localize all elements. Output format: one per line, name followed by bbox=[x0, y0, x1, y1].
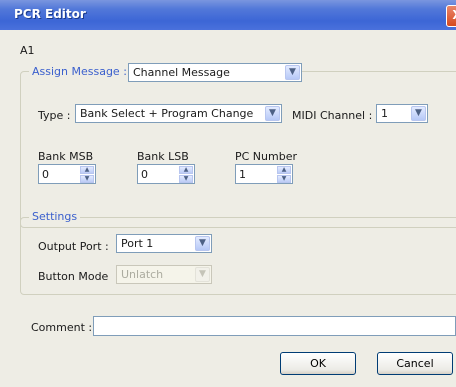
pc-number-value: 1 bbox=[239, 168, 246, 181]
type-dropdown[interactable]: Bank Select + Program Change ▼ bbox=[75, 104, 282, 123]
down-arrow-icon[interactable]: ▼ bbox=[277, 175, 291, 183]
up-arrow-icon[interactable]: ▲ bbox=[80, 166, 94, 174]
button-mode-value: Unlatch bbox=[121, 268, 164, 281]
output-port-label: Output Port : bbox=[38, 240, 109, 253]
output-port-dropdown[interactable]: Port 1 ▼ bbox=[116, 234, 212, 253]
message-type-value: Channel Message bbox=[133, 66, 230, 79]
title-bar[interactable]: PCR Editor X bbox=[0, 0, 456, 30]
pc-number-stepper[interactable]: 1 ▲ ▼ bbox=[235, 164, 293, 184]
comment-label: Comment : bbox=[31, 321, 93, 334]
midi-channel-dropdown[interactable]: 1 ▼ bbox=[376, 104, 428, 123]
type-value: Bank Select + Program Change bbox=[80, 107, 254, 120]
control-name: A1 bbox=[20, 44, 35, 57]
settings-group bbox=[20, 217, 456, 295]
bank-lsb-value: 0 bbox=[141, 168, 148, 181]
type-label: Type : bbox=[38, 109, 71, 122]
cancel-button[interactable]: Cancel bbox=[377, 352, 453, 375]
chevron-down-icon[interactable]: ▼ bbox=[285, 65, 300, 80]
bank-msb-value: 0 bbox=[42, 168, 49, 181]
pc-number-label: PC Number bbox=[235, 150, 297, 163]
close-icon[interactable]: X bbox=[446, 5, 456, 27]
button-mode-label: Button Mode bbox=[38, 270, 109, 283]
settings-legend: Settings bbox=[29, 210, 81, 223]
comment-input[interactable] bbox=[93, 316, 456, 336]
chevron-down-icon[interactable]: ▼ bbox=[411, 106, 426, 121]
chevron-down-icon[interactable]: ▼ bbox=[195, 267, 210, 282]
bank-lsb-stepper[interactable]: 0 ▲ ▼ bbox=[137, 164, 195, 184]
bank-msb-label: Bank MSB bbox=[38, 150, 94, 163]
midi-channel-value: 1 bbox=[381, 107, 388, 120]
ok-button[interactable]: OK bbox=[280, 352, 356, 375]
chevron-down-icon[interactable]: ▼ bbox=[265, 106, 280, 121]
message-type-dropdown[interactable]: Channel Message ▼ bbox=[128, 63, 302, 82]
bank-msb-stepper[interactable]: 0 ▲ ▼ bbox=[38, 164, 96, 184]
assign-message-legend: Assign Message : bbox=[29, 65, 130, 78]
chevron-down-icon[interactable]: ▼ bbox=[195, 236, 210, 251]
bank-lsb-label: Bank LSB bbox=[137, 150, 189, 163]
output-port-value: Port 1 bbox=[121, 237, 154, 250]
button-mode-dropdown[interactable]: Unlatch ▼ bbox=[116, 265, 212, 284]
midi-channel-label: MIDI Channel : bbox=[292, 109, 373, 122]
down-arrow-icon[interactable]: ▼ bbox=[179, 175, 193, 183]
down-arrow-icon[interactable]: ▼ bbox=[80, 175, 94, 183]
up-arrow-icon[interactable]: ▲ bbox=[179, 166, 193, 174]
window-title: PCR Editor bbox=[14, 7, 86, 21]
up-arrow-icon[interactable]: ▲ bbox=[277, 166, 291, 174]
dialog-body: A1 Assign Message : Channel Message ▼ Ty… bbox=[0, 30, 456, 387]
